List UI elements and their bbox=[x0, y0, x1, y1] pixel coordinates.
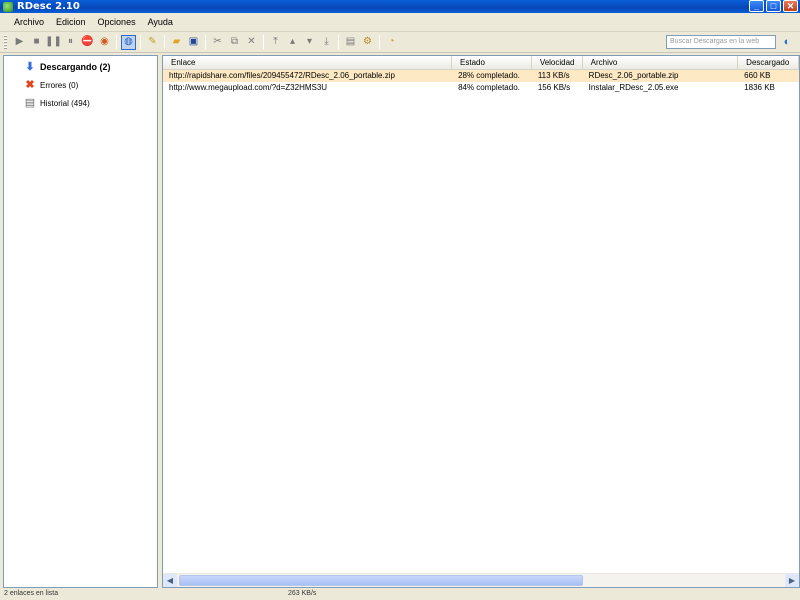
sidebar-item-errores[interactable]: ✖ Errores (0) bbox=[4, 76, 157, 94]
menu-archivo[interactable]: Archivo bbox=[8, 17, 50, 27]
close-button[interactable]: ✕ bbox=[783, 0, 798, 12]
table-row[interactable]: http://rapidshare.com/files/209455472/RD… bbox=[163, 70, 799, 82]
menu-bar: Archivo Edicion Opciones Ayuda bbox=[0, 13, 800, 32]
cell-speed: 113 KB/s bbox=[537, 71, 570, 80]
maximize-button[interactable]: □ bbox=[766, 0, 781, 12]
sidebar-item-label: Descargando (2) bbox=[40, 62, 111, 72]
cell-downloaded: 660 KB bbox=[744, 71, 771, 80]
column-header-descargado[interactable]: Descargado bbox=[738, 56, 799, 69]
window-title: RDesc 2.10 bbox=[17, 1, 80, 12]
menu-opciones[interactable]: Opciones bbox=[92, 17, 142, 27]
globe-red-icon[interactable]: ◉ bbox=[97, 35, 112, 50]
toolbar-separator bbox=[116, 35, 117, 49]
cell-link: http://www.megaupload.com/?d=Z32HMS3U bbox=[169, 83, 328, 92]
download-list: Enlace Estado Velocidad Archivo Descarga… bbox=[162, 55, 800, 588]
delete-icon[interactable]: ✕ bbox=[244, 35, 259, 50]
pause-icon[interactable]: ❚❚ bbox=[45, 35, 62, 50]
options-icon[interactable]: ⚙ bbox=[360, 35, 375, 50]
toolbar-separator bbox=[140, 35, 141, 49]
sidebar-item-descargando[interactable]: ⬇ Descargando (2) bbox=[4, 58, 157, 76]
sidebar-item-label: Errores (0) bbox=[40, 80, 79, 90]
move-down-icon[interactable]: ▾ bbox=[302, 35, 317, 50]
search-input[interactable]: Buscar Descargas en la web bbox=[666, 35, 776, 49]
history-icon: ▤ bbox=[24, 96, 36, 109]
scroll-thumb[interactable] bbox=[179, 575, 583, 586]
toolbar-separator bbox=[379, 35, 380, 49]
stop-icon[interactable]: ■ bbox=[29, 35, 44, 50]
minimize-button[interactable]: _ bbox=[749, 0, 764, 12]
move-up-icon[interactable]: ▴ bbox=[285, 35, 300, 50]
save-icon[interactable]: ▣ bbox=[186, 35, 201, 50]
error-x-icon: ✖ bbox=[25, 78, 35, 91]
cell-file: Instalar_RDesc_2.05.exe bbox=[588, 83, 679, 92]
horizontal-scrollbar[interactable]: ◀ ▶ bbox=[163, 573, 799, 587]
toolbar-separator bbox=[263, 35, 264, 49]
pause-all-icon[interactable]: ⏸ bbox=[63, 35, 78, 50]
column-header-enlace[interactable]: Enlace bbox=[163, 56, 453, 69]
toolbar-grip[interactable] bbox=[4, 34, 7, 50]
status-link-count: 2 enlaces en lista bbox=[4, 590, 59, 597]
add-link-icon[interactable]: ✎ bbox=[145, 35, 160, 50]
column-header-estado[interactable]: Estado bbox=[452, 56, 532, 69]
column-header-velocidad[interactable]: Velocidad bbox=[532, 56, 583, 69]
sidebar-item-label: Historial (494) bbox=[40, 98, 90, 108]
scroll-track[interactable] bbox=[177, 574, 785, 587]
table-header: Enlace Estado Velocidad Archivo Descarga… bbox=[163, 56, 799, 70]
scroll-left-icon[interactable]: ◀ bbox=[163, 574, 177, 587]
clipboard-monitor-icon[interactable]: ◍ bbox=[121, 34, 136, 50]
open-folder-icon[interactable]: ▰ bbox=[169, 35, 184, 50]
move-top-icon[interactable]: ⤒ bbox=[268, 35, 283, 50]
table-row[interactable]: http://www.megaupload.com/?d=Z32HMS3U 84… bbox=[163, 82, 799, 94]
status-speed: 263 KB/s bbox=[288, 590, 317, 597]
cell-downloaded: 1836 KB bbox=[744, 83, 775, 92]
cell-link: http://rapidshare.com/files/209455472/RD… bbox=[169, 71, 395, 80]
sidebar-item-historial[interactable]: ▤ Historial (494) bbox=[4, 94, 157, 112]
cut-icon[interactable]: ✂ bbox=[210, 35, 225, 50]
menu-edicion[interactable]: Edicion bbox=[50, 17, 92, 27]
status-bar: 2 enlaces en lista 263 KB/s bbox=[0, 590, 800, 600]
toolbar-separator bbox=[164, 35, 165, 49]
download-arrow-icon: ⬇ bbox=[25, 60, 35, 73]
stop-red-icon[interactable]: ⛔ bbox=[80, 35, 95, 50]
toolbar-separator bbox=[205, 35, 206, 49]
column-header-archivo[interactable]: Archivo bbox=[583, 56, 739, 69]
toolbar: ▶ ■ ❚❚ ⏸ ⛔ ◉ ◍ ✎ ▰ ▣ ✂ ⧉ ✕ ⤒ ▴ ▾ ⤓ ▤ ⚙ ◔… bbox=[0, 32, 800, 53]
play-icon[interactable]: ▶ bbox=[12, 35, 27, 50]
copy-icon[interactable]: ⧉ bbox=[227, 35, 242, 50]
cell-file: RDesc_2.06_portable.zip bbox=[588, 71, 679, 80]
cell-status: 28% completado. bbox=[458, 71, 520, 80]
timer-icon[interactable]: ◔ bbox=[384, 35, 399, 50]
move-bottom-icon[interactable]: ⤓ bbox=[319, 35, 334, 50]
search-icon[interactable]: ◐ bbox=[780, 35, 794, 49]
properties-icon[interactable]: ▤ bbox=[343, 35, 358, 50]
app-icon bbox=[3, 1, 13, 12]
title-bar: RDesc 2.10 _ □ ✕ bbox=[0, 0, 800, 13]
toolbar-separator bbox=[338, 35, 339, 49]
sidebar: ⬇ Descargando (2) ✖ Errores (0) ▤ Histor… bbox=[3, 55, 158, 588]
menu-ayuda[interactable]: Ayuda bbox=[142, 17, 179, 27]
cell-speed: 156 KB/s bbox=[537, 83, 571, 92]
scroll-right-icon[interactable]: ▶ bbox=[785, 574, 799, 587]
cell-status: 84% completado. bbox=[458, 83, 520, 92]
